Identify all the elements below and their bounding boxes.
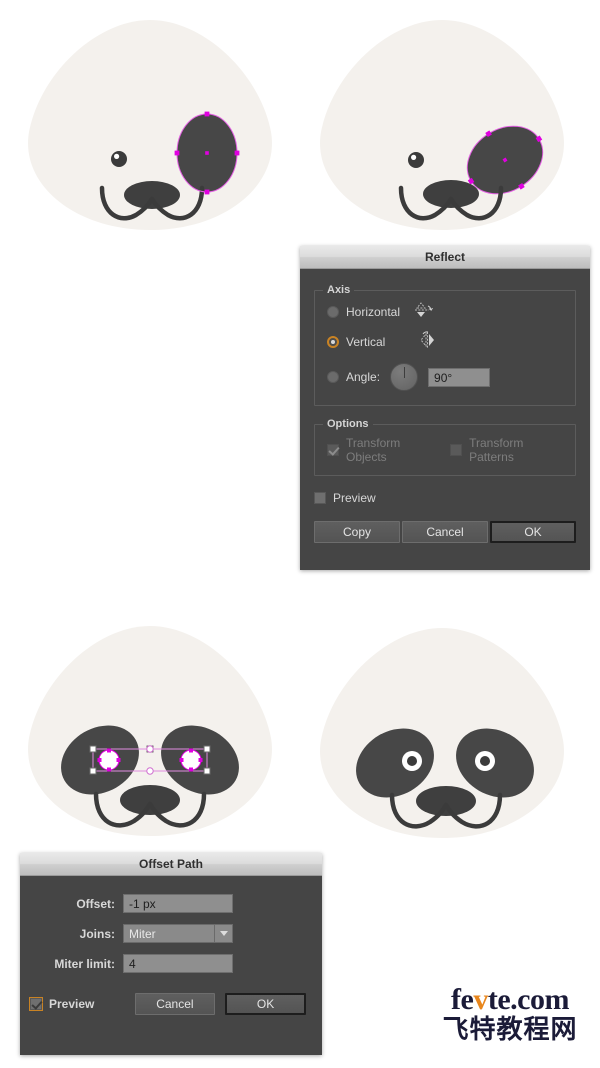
vertical-radio-label: Vertical bbox=[346, 334, 386, 349]
reflect-preview-row[interactable]: Preview bbox=[314, 491, 576, 505]
ok-button[interactable]: OK bbox=[490, 521, 576, 543]
pupil-right bbox=[480, 756, 490, 766]
eye-dot-left bbox=[111, 151, 127, 167]
panel-patch-rotated-selected bbox=[300, 8, 584, 244]
miter-limit-field-row: Miter limit: 4 bbox=[30, 954, 306, 973]
axis-option-horizontal[interactable]: Horizontal bbox=[327, 301, 563, 322]
angle-dial-icon[interactable] bbox=[390, 363, 419, 391]
joins-field-label: Joins: bbox=[79, 926, 115, 941]
watermark-chinese: 飞特教程网 bbox=[442, 1015, 578, 1045]
offset-path-footer-row: Preview Cancel OK bbox=[29, 993, 306, 1015]
copy-button[interactable]: Copy bbox=[314, 521, 400, 543]
offset-path-dialog-title: Offset Path bbox=[138, 857, 203, 871]
reflect-button-row: Copy Cancel OK bbox=[314, 521, 576, 543]
reflect-dialog-body: Axis Horizontal Vertical Angle: 90° Opti… bbox=[300, 269, 590, 555]
offset-preview-checkbox[interactable] bbox=[29, 997, 43, 1011]
joins-field-row: Joins: Miter bbox=[30, 924, 306, 943]
site-watermark: fevte.com 飞特教程网 bbox=[430, 985, 590, 1045]
reflect-horizontal-icon bbox=[414, 301, 434, 322]
offset-ok-button[interactable]: OK bbox=[225, 993, 306, 1015]
chevron-down-icon[interactable] bbox=[214, 925, 232, 942]
miter-limit-label: Miter limit: bbox=[54, 956, 115, 971]
offset-preview-label: Preview bbox=[49, 997, 95, 1011]
axis-option-vertical[interactable]: Vertical bbox=[327, 331, 563, 352]
pupil-left bbox=[407, 756, 417, 766]
watermark-domain-v: v bbox=[473, 983, 488, 1016]
joins-select[interactable]: Miter bbox=[123, 924, 233, 943]
offset-preview-wrap[interactable]: Preview bbox=[29, 997, 131, 1011]
offset-cancel-button[interactable]: Cancel bbox=[134, 993, 216, 1015]
reflect-preview-label: Preview bbox=[333, 491, 376, 505]
offset-path-dialog-titlebar[interactable]: Offset Path bbox=[20, 853, 322, 876]
panel-both-patches-eyes-selected bbox=[8, 608, 292, 858]
transform-objects-checkbox bbox=[327, 444, 339, 456]
offset-field-row: Offset: -1 px bbox=[30, 894, 306, 913]
miter-limit-input[interactable]: 4 bbox=[123, 954, 233, 973]
eye-dot-left bbox=[408, 152, 424, 168]
axis-option-angle[interactable]: Angle: 90° bbox=[327, 363, 563, 391]
options-group: Options Transform Objects Transform Patt… bbox=[314, 418, 576, 476]
transform-objects-checkbox-wrap: Transform Objects bbox=[327, 436, 436, 464]
tutorial-canvas: Reflect Axis Horizontal Vertical Angle: … bbox=[0, 0, 600, 1068]
options-group-legend: Options bbox=[323, 418, 373, 430]
angle-radio[interactable] bbox=[327, 371, 339, 383]
cancel-button[interactable]: Cancel bbox=[402, 521, 488, 543]
joins-select-value: Miter bbox=[129, 926, 156, 941]
transform-patterns-checkbox bbox=[450, 444, 463, 456]
panda-nose bbox=[423, 180, 479, 208]
transform-objects-label: Transform Objects bbox=[346, 436, 401, 464]
horizontal-radio-label: Horizontal bbox=[346, 304, 401, 319]
panel-one-patch-selected bbox=[8, 8, 292, 244]
reflect-preview-checkbox[interactable] bbox=[314, 492, 326, 504]
watermark-domain-b: te.com bbox=[487, 983, 570, 1016]
reflect-vertical-icon bbox=[418, 331, 438, 352]
axis-group: Axis Horizontal Vertical Angle: 90° bbox=[314, 284, 576, 406]
transform-patterns-label: Transform Patterns bbox=[469, 436, 524, 464]
reflect-dialog-titlebar[interactable]: Reflect bbox=[300, 246, 590, 269]
angle-radio-label: Angle: bbox=[346, 370, 381, 384]
offset-path-dialog-body: Offset: -1 px Joins: Miter Miter limit: … bbox=[20, 876, 322, 1027]
panel-final-panda bbox=[300, 608, 584, 858]
eye-highlight-left bbox=[411, 154, 417, 160]
axis-group-legend: Axis bbox=[323, 284, 355, 296]
eye-highlight-left bbox=[114, 153, 120, 159]
watermark-domain: fevte.com bbox=[430, 985, 590, 1015]
panda-nose bbox=[124, 181, 180, 209]
reflect-dialog-title: Reflect bbox=[424, 250, 465, 264]
offset-input[interactable]: -1 px bbox=[123, 894, 233, 913]
offset-path-dialog[interactable]: Offset Path Offset: -1 px Joins: Miter M… bbox=[20, 853, 322, 1055]
reflect-dialog[interactable]: Reflect Axis Horizontal Vertical Angle: … bbox=[300, 246, 590, 570]
watermark-domain-a: fe bbox=[451, 983, 474, 1016]
panda-nose bbox=[416, 786, 476, 816]
transform-options-row: Transform Objects Transform Patterns bbox=[327, 436, 563, 464]
panda-nose bbox=[120, 785, 180, 815]
vertical-radio[interactable] bbox=[327, 335, 339, 348]
transform-patterns-checkbox-wrap: Transform Patterns bbox=[450, 436, 563, 464]
horizontal-radio[interactable] bbox=[327, 305, 339, 318]
angle-input[interactable]: 90° bbox=[428, 367, 491, 387]
offset-field-label: Offset: bbox=[76, 896, 115, 911]
